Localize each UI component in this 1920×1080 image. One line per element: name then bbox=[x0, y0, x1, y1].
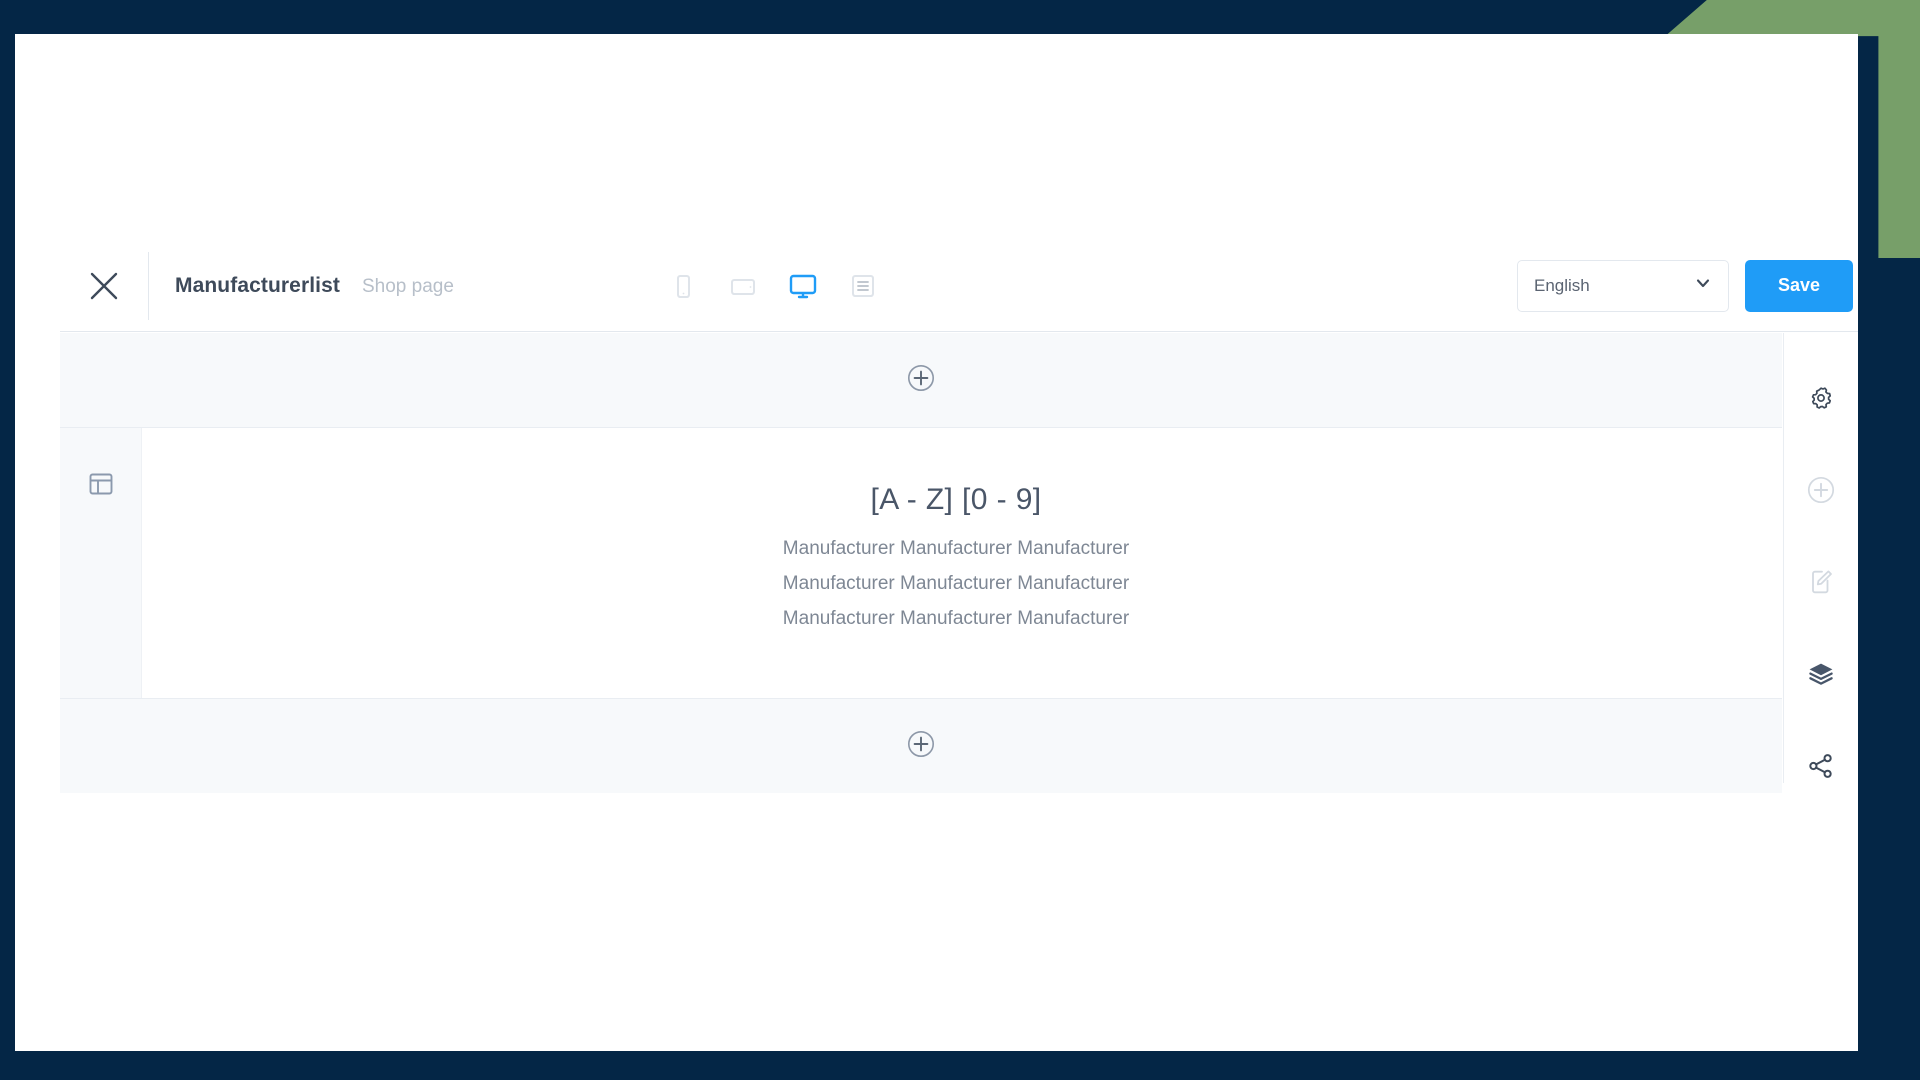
tool-rail bbox=[1783, 333, 1858, 783]
layers-icon bbox=[1806, 659, 1836, 689]
save-button[interactable]: Save bbox=[1745, 259, 1853, 312]
add-section-row-bottom[interactable] bbox=[60, 698, 1782, 793]
header-actions: English Save bbox=[1517, 259, 1858, 312]
layout-icon bbox=[87, 470, 115, 503]
title-group: Manufacturerlist Shop page bbox=[149, 274, 454, 298]
gear-icon bbox=[1806, 383, 1836, 413]
plus-circle-icon[interactable] bbox=[906, 729, 936, 764]
page-subtitle: Shop page bbox=[361, 275, 454, 297]
device-button-desktop[interactable] bbox=[786, 269, 820, 303]
plus-circle-icon bbox=[1806, 475, 1836, 505]
close-icon bbox=[87, 269, 121, 303]
share-icon bbox=[1806, 751, 1836, 781]
window-frame: Manufacturerlist Shop page English Save … bbox=[0, 0, 1920, 1080]
add-section-row-top[interactable] bbox=[60, 333, 1782, 428]
device-button-content[interactable] bbox=[846, 269, 880, 303]
manufacturer-line: Manufacturer Manufacturer Manufacturer bbox=[782, 572, 1130, 594]
plus-circle-icon[interactable] bbox=[906, 363, 936, 398]
rail-button-layers[interactable] bbox=[1801, 656, 1841, 691]
editor-header: Manufacturerlist Shop page English Save bbox=[60, 240, 1858, 332]
language-value: English bbox=[1534, 275, 1590, 295]
desktop-icon bbox=[787, 270, 819, 302]
chevron-down-icon bbox=[1694, 274, 1712, 297]
rail-button-edit-content[interactable] bbox=[1801, 565, 1841, 600]
device-button-tablet[interactable] bbox=[726, 269, 760, 303]
list-view-icon bbox=[848, 271, 878, 301]
rail-button-share[interactable] bbox=[1801, 748, 1841, 783]
manufacturer-line: Manufacturer Manufacturer Manufacturer bbox=[782, 537, 1130, 559]
rail-button-settings[interactable] bbox=[1801, 381, 1841, 416]
manufacturer-line: Manufacturer Manufacturer Manufacturer bbox=[782, 607, 1130, 629]
section-handle[interactable] bbox=[60, 428, 142, 698]
section-row: [A - Z] [0 - 9] Manufacturer Manufacture… bbox=[60, 428, 1782, 698]
close-button[interactable] bbox=[60, 240, 148, 332]
section-canvas[interactable]: [A - Z] [0 - 9] Manufacturer Manufacture… bbox=[142, 428, 1782, 698]
page-title: Manufacturerlist bbox=[175, 273, 340, 297]
rail-button-add-element[interactable] bbox=[1801, 473, 1841, 508]
manufacturer-heading: [A - Z] [0 - 9] bbox=[870, 482, 1042, 516]
editor-stage: [A - Z] [0 - 9] Manufacturer Manufacture… bbox=[60, 333, 1782, 793]
tablet-icon bbox=[728, 271, 758, 301]
language-select[interactable]: English bbox=[1517, 259, 1729, 312]
document-edit-icon bbox=[1806, 567, 1836, 597]
device-button-mobile[interactable] bbox=[666, 269, 700, 303]
mobile-icon bbox=[668, 271, 698, 301]
device-switcher bbox=[666, 269, 880, 303]
